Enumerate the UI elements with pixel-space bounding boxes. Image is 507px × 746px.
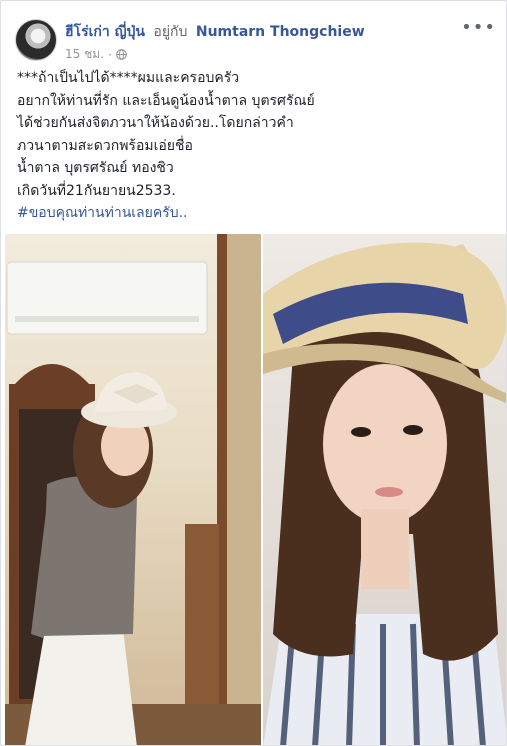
author-name-link[interactable]: ฮีโร่เก่า ญี่ปุ่น — [65, 24, 145, 40]
post-text-line: ได้ช่วยกันส่งจิตภวนาให้น้องด้วย..โดยกล่า… — [17, 115, 294, 131]
post-text-line: อยากให้ท่านที่รัก และเอ็นดูน้องน้ำตาล บุ… — [17, 92, 315, 109]
post-text: ***ถ้าเป็นไปได้****ผมและครอบครัว อยากให้… — [17, 67, 497, 225]
post-text-line: เกิดวันที่21กันยายน2533. — [17, 182, 176, 199]
post-text-line: ***ถ้าเป็นไปได้****ผมและครอบครัว — [17, 70, 240, 86]
facebook-post: ฮีโร่เก่า ญี่ปุ่น อยู่กับ Numtarn Thongc… — [0, 0, 507, 746]
post-text-line: ภวนาตามสะดวกพร้อมเอ่ยชื่อ — [17, 137, 193, 154]
post-text-line: น้ำตาล บุตรศรัณย์ ทองชิว — [17, 160, 174, 176]
photo-left[interactable] — [5, 234, 261, 745]
tagged-person-link[interactable]: Numtarn Thongchiew — [196, 24, 365, 40]
photo-right[interactable] — [263, 234, 506, 745]
post-timestamp[interactable]: 15 ชม. — [65, 45, 104, 64]
hashtag-link[interactable]: #ขอบคุณท่านท่านเลยครับ.. — [17, 202, 497, 225]
photo-grid — [5, 234, 506, 745]
author-avatar[interactable] — [15, 19, 57, 61]
post-author-line: ฮีโร่เก่า ญี่ปุ่น อยู่กับ Numtarn Thongc… — [65, 21, 365, 43]
globe-icon[interactable] — [115, 49, 127, 60]
more-options-icon[interactable]: ••• — [461, 19, 496, 37]
post-header: ฮีโร่เก่า ญี่ปุ่น อยู่กับ Numtarn Thongc… — [11, 11, 498, 63]
post-meta: 15 ชม. · — [65, 45, 127, 64]
with-text: อยู่กับ — [153, 24, 188, 40]
